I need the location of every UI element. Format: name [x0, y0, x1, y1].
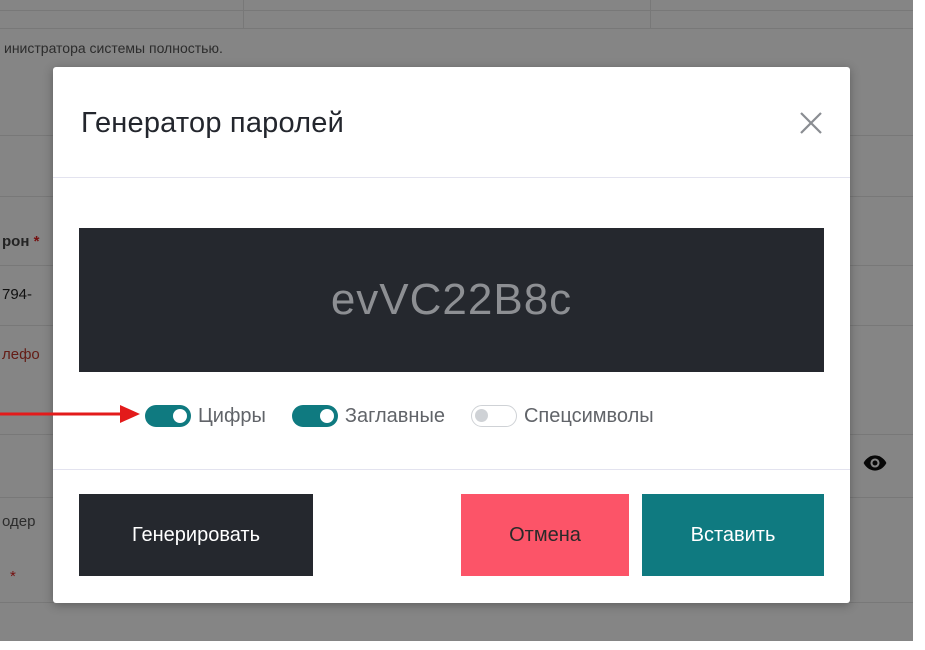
option-special-chars[interactable]: Спецсимволы: [470, 404, 654, 428]
modal-title: Генератор паролей: [81, 107, 345, 139]
digits-label: Цифры: [198, 404, 266, 427]
page-edge: [0, 641, 925, 650]
close-icon: [800, 112, 822, 134]
uppercase-label: Заглавные: [344, 404, 445, 427]
generated-password: evVC22B8c: [330, 275, 573, 324]
password-options: Цифры Заглавные Спецсимволы: [145, 402, 680, 430]
page-edge: [913, 0, 925, 650]
password-display: evVC22B8c: [79, 228, 824, 372]
red-arrow-icon: [0, 405, 140, 423]
option-uppercase[interactable]: Заглавные: [291, 404, 445, 428]
password-generator-modal: Генератор паролей evVC22B8c Цифры Заглав…: [53, 67, 850, 603]
digits-toggle[interactable]: [145, 405, 191, 427]
modal-header: Генератор паролей: [53, 67, 850, 178]
toggle-knob: [173, 409, 187, 423]
option-digits[interactable]: Цифры: [145, 405, 266, 428]
uppercase-toggle[interactable]: [291, 405, 338, 427]
generate-button[interactable]: Генерировать: [79, 494, 313, 576]
toggle-knob: [474, 409, 488, 422]
toggle-knob: [319, 409, 334, 423]
insert-button[interactable]: Вставить: [642, 494, 824, 576]
special-chars-label: Спецсимволы: [523, 404, 654, 427]
close-button[interactable]: [795, 107, 827, 139]
cancel-button[interactable]: Отмена: [461, 494, 629, 576]
special-chars-toggle[interactable]: [470, 405, 517, 427]
modal-footer-divider: [53, 469, 850, 470]
